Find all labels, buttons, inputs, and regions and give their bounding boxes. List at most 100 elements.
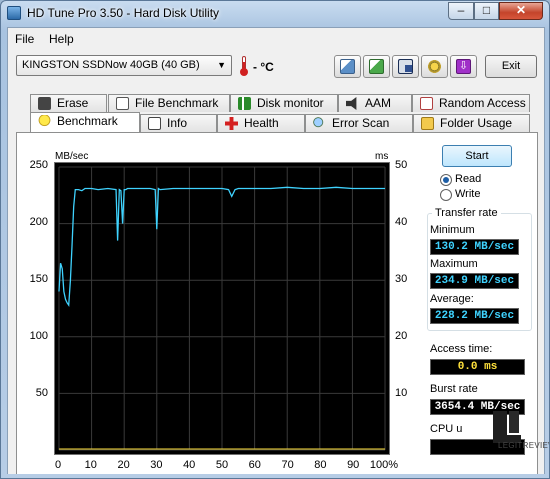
right-axis-tick: 40 bbox=[395, 216, 408, 228]
speaker-icon bbox=[346, 97, 357, 110]
tab-disk-monitor[interactable]: Disk monitor bbox=[230, 94, 338, 112]
download-icon: ⇩ bbox=[456, 59, 471, 74]
x-axis-tick: 60 bbox=[248, 459, 261, 471]
title-bar[interactable]: HD Tune Pro 3.50 - Hard Disk Utility – □… bbox=[1, 1, 549, 27]
menu-bar: File Help bbox=[8, 28, 544, 48]
access-time-label: Access time: bbox=[430, 343, 493, 355]
copy-info-icon bbox=[369, 59, 384, 74]
x-axis-tick: 50 bbox=[215, 459, 229, 471]
average-value: 228.2 MB/sec bbox=[430, 308, 519, 324]
tab-file-benchmark[interactable]: File Benchmark bbox=[108, 94, 230, 112]
drive-select-value: KINGSTON SSDNow 40GB (40 GB) bbox=[22, 59, 200, 71]
write-radio-dot bbox=[440, 189, 452, 201]
app-icon bbox=[7, 6, 21, 20]
minimize-button[interactable]: – bbox=[448, 2, 474, 20]
tab-info[interactable]: Info bbox=[140, 114, 217, 132]
tab-erase[interactable]: Erase bbox=[30, 94, 107, 112]
x-axis-tick: 30 bbox=[150, 459, 163, 471]
right-axis-tick: 10 bbox=[395, 387, 408, 399]
tab-erase-label: Erase bbox=[57, 96, 89, 110]
save-icon bbox=[398, 59, 413, 74]
right-axis-tick: 30 bbox=[395, 273, 408, 285]
random-access-icon bbox=[420, 97, 433, 110]
tab-random-access[interactable]: Random Access bbox=[412, 94, 530, 112]
maximum-label: Maximum bbox=[430, 258, 478, 270]
tab-benchmark[interactable]: Benchmark bbox=[30, 112, 140, 132]
menu-file[interactable]: File bbox=[15, 32, 34, 46]
copy-info-button[interactable] bbox=[363, 55, 390, 78]
menu-help-label: Help bbox=[49, 32, 74, 46]
drive-select[interactable]: KINGSTON SSDNow 40GB (40 GB) ▼ bbox=[16, 55, 232, 76]
disk-monitor-icon bbox=[238, 97, 251, 110]
save-button[interactable] bbox=[392, 55, 419, 78]
average-label: Average: bbox=[430, 293, 474, 305]
left-axis-tick: 150 bbox=[29, 273, 48, 285]
copy-text-button[interactable] bbox=[334, 55, 361, 78]
start-button[interactable]: Start bbox=[442, 145, 512, 167]
window-title: HD Tune Pro 3.50 - Hard Disk Utility bbox=[27, 6, 220, 20]
options-button[interactable] bbox=[421, 55, 448, 78]
tab-error-scan[interactable]: Error Scan bbox=[305, 114, 413, 132]
tab-health-label: Health bbox=[244, 116, 279, 130]
benchmark-chart bbox=[54, 162, 390, 455]
menu-help[interactable]: Help bbox=[49, 32, 74, 46]
left-axis-tick: 250 bbox=[29, 159, 48, 171]
write-radio[interactable]: Write bbox=[440, 188, 481, 201]
window-bottom-edge bbox=[7, 474, 545, 478]
right-axis-unit: ms bbox=[375, 151, 389, 162]
x-axis-tick: 90 bbox=[347, 459, 360, 471]
tab-aam[interactable]: AAM bbox=[338, 94, 412, 112]
tab-info-label: Info bbox=[167, 116, 188, 130]
tab-error-scan-label: Error Scan bbox=[332, 116, 390, 130]
maximize-button[interactable]: □ bbox=[474, 2, 499, 20]
application-window: HD Tune Pro 3.50 - Hard Disk Utility – □… bbox=[0, 0, 550, 479]
left-axis-tick: 200 bbox=[29, 216, 48, 228]
right-axis-tick: 20 bbox=[395, 330, 408, 342]
left-axis-tick: 100 bbox=[29, 330, 48, 342]
tab-health[interactable]: Health bbox=[217, 114, 305, 132]
minimum-value: 130.2 MB/sec bbox=[430, 239, 519, 255]
chevron-down-icon: ▼ bbox=[217, 60, 226, 70]
x-axis-tick: 100% bbox=[369, 459, 399, 471]
tab-folder-usage[interactable]: Folder Usage bbox=[413, 114, 530, 132]
thermometer-icon bbox=[239, 56, 249, 76]
file-benchmark-icon bbox=[116, 97, 129, 110]
tab-disk-monitor-label: Disk monitor bbox=[257, 96, 324, 110]
x-axis-tick: 20 bbox=[117, 459, 130, 471]
burst-rate-label: Burst rate bbox=[430, 383, 478, 395]
read-radio-dot bbox=[440, 174, 452, 186]
download-button[interactable]: ⇩ bbox=[450, 55, 477, 78]
read-radio[interactable]: Read bbox=[440, 173, 482, 186]
tab-random-access-label: Random Access bbox=[439, 96, 526, 110]
folder-icon bbox=[421, 117, 434, 130]
info-icon bbox=[148, 117, 161, 130]
read-radio-label: Read bbox=[455, 173, 482, 185]
x-axis-tick: 80 bbox=[314, 459, 327, 471]
exit-button[interactable]: Exit bbox=[485, 55, 537, 78]
menu-file-label: File bbox=[15, 32, 35, 46]
right-axis-tick: 50 bbox=[395, 159, 408, 171]
close-button[interactable]: ✕ bbox=[499, 2, 543, 20]
options-icon bbox=[427, 59, 442, 74]
left-axis-tick: 50 bbox=[35, 387, 48, 399]
tab-benchmark-label: Benchmark bbox=[57, 114, 118, 128]
write-radio-label: Write bbox=[455, 188, 481, 200]
copy-text-icon bbox=[340, 59, 355, 74]
trash-icon bbox=[38, 97, 51, 110]
x-axis-tick: 10 bbox=[84, 459, 97, 471]
lightbulb-icon bbox=[38, 115, 51, 128]
magnifier-icon bbox=[313, 117, 326, 130]
access-time-value: 0.0 ms bbox=[430, 359, 525, 375]
transfer-rate-title: Transfer rate bbox=[432, 207, 501, 219]
watermark-text: LEGITREVIEWS bbox=[498, 441, 549, 450]
x-axis-tick: 70 bbox=[281, 459, 294, 471]
health-cross-icon bbox=[225, 117, 238, 130]
tab-folder-usage-label: Folder Usage bbox=[440, 116, 513, 130]
tab-file-benchmark-label: File Benchmark bbox=[135, 96, 219, 110]
tab-aam-label: AAM bbox=[365, 96, 392, 110]
minimum-label: Minimum bbox=[430, 224, 475, 236]
x-axis-tick: 0 bbox=[54, 459, 62, 471]
temperature-readout: - °C bbox=[253, 60, 274, 74]
left-axis-unit: MB/sec bbox=[55, 151, 89, 162]
maximum-value: 234.9 MB/sec bbox=[430, 273, 519, 289]
